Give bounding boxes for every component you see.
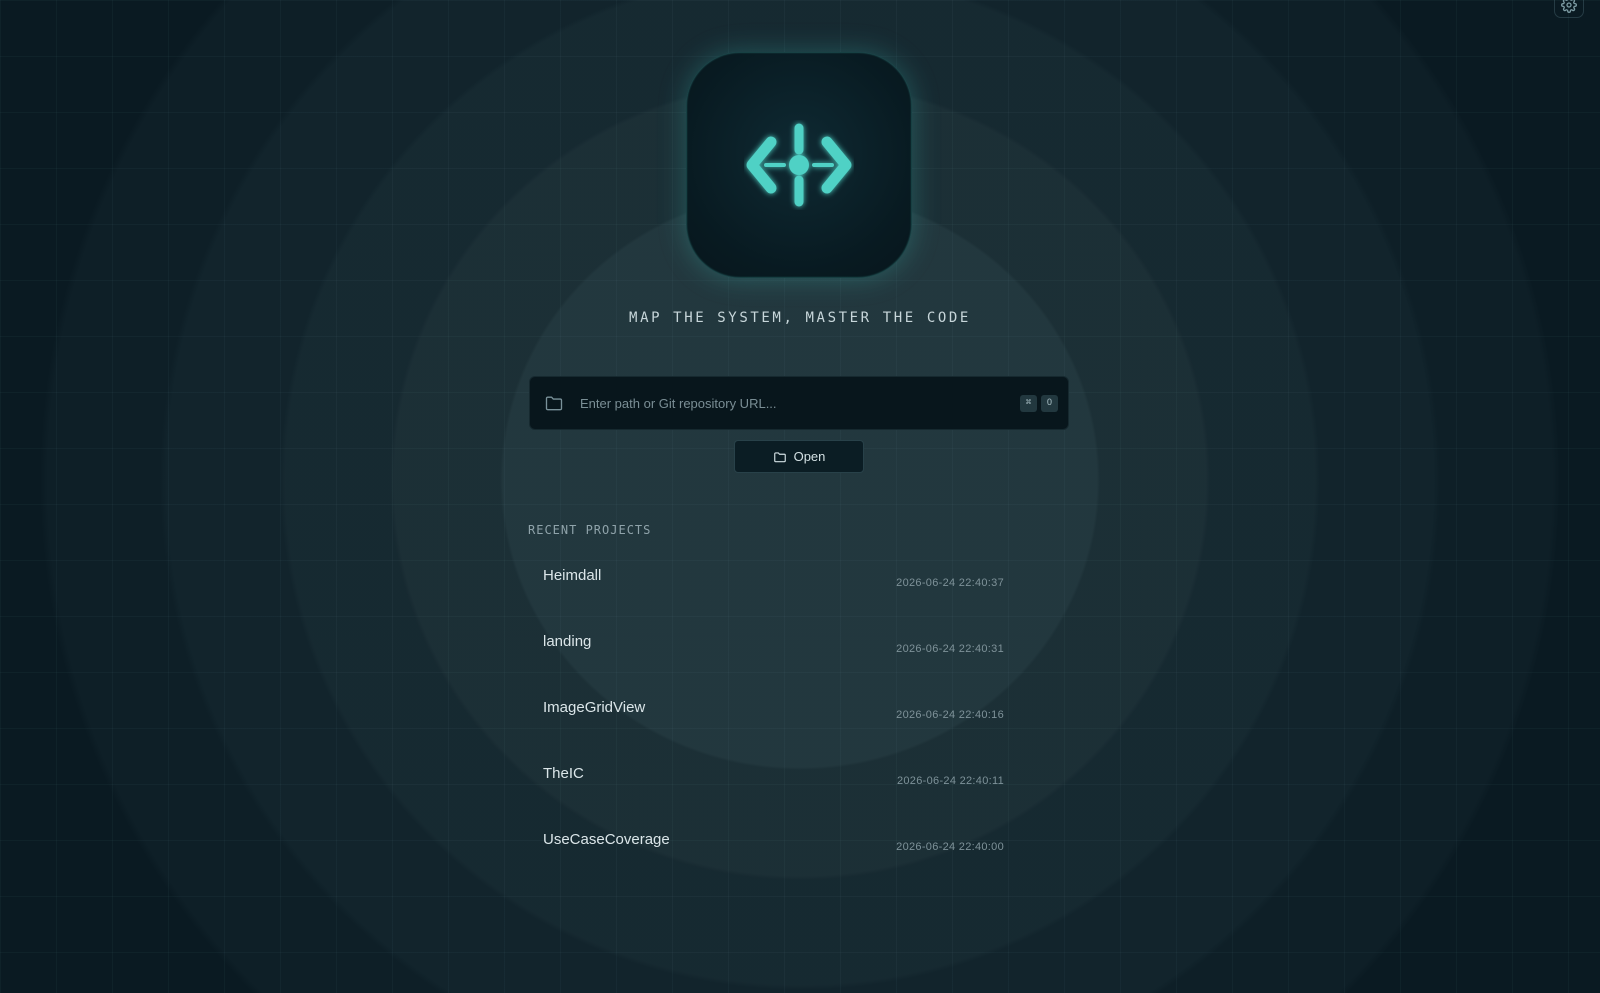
keyboard-shortcut: ⌘ O — [1020, 394, 1058, 412]
project-name: landing — [543, 633, 592, 650]
project-name: TheIC — [543, 765, 584, 782]
gear-icon — [1561, 0, 1577, 13]
recent-project-item[interactable]: UseCaseCoverage 2026-06-24 22:40:00 — [528, 819, 1006, 885]
welcome-screen: MAP THE SYSTEM, MASTER THE CODE ⌘ O Open… — [0, 0, 1600, 993]
tagline: MAP THE SYSTEM, MASTER THE CODE — [629, 310, 971, 326]
project-timestamp: 2026-06-24 22:40:00 — [896, 841, 1004, 853]
recent-project-item[interactable]: landing 2026-06-24 22:40:31 — [528, 621, 1006, 687]
project-timestamp: 2026-06-24 22:40:16 — [896, 709, 1004, 721]
shortcut-key-cmd: ⌘ — [1020, 394, 1037, 412]
shortcut-key-o: O — [1041, 394, 1058, 412]
recent-projects-title: RECENT PROJECTS — [528, 523, 652, 537]
recent-project-item[interactable]: TheIC 2026-06-24 22:40:11 — [528, 753, 1006, 819]
project-name: UseCaseCoverage — [543, 831, 670, 848]
open-button[interactable]: Open — [734, 440, 864, 473]
open-button-label: Open — [793, 449, 826, 464]
recent-project-item[interactable]: ImageGridView 2026-06-24 22:40:16 — [528, 687, 1006, 753]
folder-icon — [773, 451, 786, 462]
recent-project-item[interactable]: Heimdall 2026-06-24 22:40:37 — [528, 555, 1006, 621]
project-name: ImageGridView — [543, 699, 646, 716]
project-timestamp: 2026-06-24 22:40:37 — [896, 577, 1004, 589]
code-compass-logo-icon — [746, 123, 852, 207]
path-search-box[interactable]: ⌘ O — [529, 376, 1069, 430]
project-name: Heimdall — [543, 567, 602, 584]
project-timestamp: 2026-06-24 22:40:11 — [896, 775, 1004, 787]
recent-projects-list: Heimdall 2026-06-24 22:40:37 landing 202… — [528, 555, 1006, 885]
settings-button[interactable] — [1554, 0, 1584, 18]
path-search-input[interactable] — [578, 394, 1020, 412]
project-timestamp: 2026-06-24 22:40:31 — [896, 643, 1004, 655]
folder-icon — [545, 396, 563, 411]
app-logo — [686, 52, 912, 278]
